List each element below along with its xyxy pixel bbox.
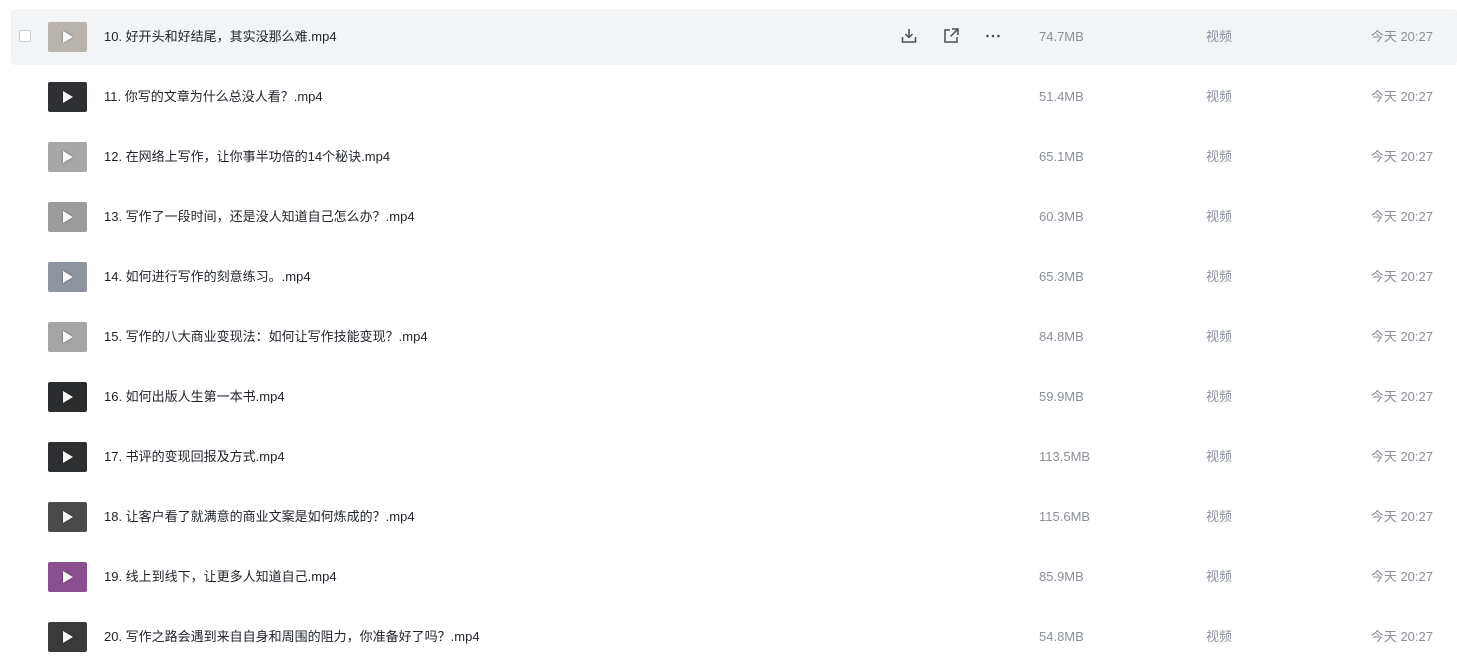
file-name[interactable]: 19. 线上到线下，让更多人知道自己.mp4 — [104, 549, 337, 605]
file-type: 视频 — [1206, 329, 1233, 344]
modified-time: 今天 20:27 — [1370, 509, 1433, 524]
file-name[interactable]: 10. 好开头和好结尾，其实没那么难.mp4 — [104, 9, 337, 65]
select-checkbox[interactable] — [19, 30, 31, 42]
play-icon — [62, 91, 73, 103]
file-row[interactable]: 15. 写作的八大商业变现法：如何让写作技能变现？.mp4 84.8MB 视频 今天 … — [0, 309, 1457, 365]
file-size: 74.7MB — [1039, 29, 1084, 44]
file-row[interactable]: 18. 让客户看了就满意的商业文案是如何炼成的？.mp4 115.6MB 视频 今天 … — [0, 489, 1457, 545]
video-thumbnail[interactable] — [48, 202, 87, 232]
file-type: 视频 — [1206, 269, 1233, 284]
play-icon — [62, 151, 73, 163]
file-size: 85.9MB — [1039, 569, 1084, 584]
file-size: 113.5MB — [1039, 449, 1091, 464]
file-row[interactable]: 11. 你写的文章为什么总没人看？.mp4 51.4MB 视频 今天 20:27 — [0, 69, 1457, 125]
file-type: 视频 — [1206, 389, 1233, 404]
video-thumbnail[interactable] — [48, 322, 87, 352]
file-name[interactable]: 11. 你写的文章为什么总没人看？.mp4 — [104, 69, 323, 125]
play-icon — [62, 31, 73, 43]
play-icon — [62, 271, 73, 283]
download-icon[interactable] — [898, 25, 920, 47]
play-icon — [62, 511, 73, 523]
video-thumbnail[interactable] — [48, 622, 87, 652]
modified-time: 今天 20:27 — [1370, 89, 1433, 104]
play-icon — [62, 451, 73, 463]
file-type: 视频 — [1206, 209, 1233, 224]
modified-time: 今天 20:27 — [1370, 209, 1433, 224]
file-name[interactable]: 13. 写作了一段时间，还是没人知道自己怎么办？.mp4 — [104, 189, 415, 245]
file-type: 视频 — [1206, 569, 1233, 584]
file-list: 10. 好开头和好结尾，其实没那么难.mp4 74.7MB 视频 今天 20:27 11… — [0, 0, 1457, 657]
file-name[interactable]: 18. 让客户看了就满意的商业文案是如何炼成的？.mp4 — [104, 489, 415, 545]
file-size: 115.6MB — [1039, 509, 1091, 524]
file-row[interactable]: 16. 如何出版人生第一本书.mp4 59.9MB 视频 今天 20:27 — [0, 369, 1457, 425]
modified-time: 今天 20:27 — [1370, 269, 1433, 284]
file-size: 51.4MB — [1039, 89, 1084, 104]
modified-time: 今天 20:27 — [1370, 29, 1433, 44]
file-type: 视频 — [1206, 149, 1233, 164]
more-icon[interactable] — [982, 25, 1004, 47]
video-thumbnail[interactable] — [48, 262, 87, 292]
video-thumbnail[interactable] — [48, 82, 87, 112]
video-thumbnail[interactable] — [48, 22, 87, 52]
file-name[interactable]: 14. 如何进行写作的刻意练习。.mp4 — [104, 249, 311, 305]
play-icon — [62, 631, 73, 643]
file-size: 65.1MB — [1039, 149, 1084, 164]
row-actions — [898, 25, 1004, 47]
modified-time: 今天 20:27 — [1370, 449, 1433, 464]
file-row[interactable]: 14. 如何进行写作的刻意练习。.mp4 65.3MB 视频 今天 20:27 — [0, 249, 1457, 305]
file-size: 84.8MB — [1039, 329, 1084, 344]
file-size: 65.3MB — [1039, 269, 1084, 284]
file-type: 视频 — [1206, 89, 1233, 104]
file-type: 视频 — [1206, 449, 1233, 464]
file-type: 视频 — [1206, 29, 1233, 44]
play-icon — [62, 211, 73, 223]
file-size: 59.9MB — [1039, 389, 1084, 404]
share-icon[interactable] — [940, 25, 962, 47]
modified-time: 今天 20:27 — [1370, 389, 1433, 404]
video-thumbnail[interactable] — [48, 442, 87, 472]
video-thumbnail[interactable] — [48, 142, 87, 172]
file-type: 视频 — [1206, 509, 1233, 524]
file-row[interactable]: 19. 线上到线下，让更多人知道自己.mp4 85.9MB 视频 今天 20:27 — [0, 549, 1457, 605]
file-row[interactable]: 12. 在网络上写作，让你事半功倍的14个秘诀.mp4 65.1MB 视频 今天 20… — [0, 129, 1457, 185]
file-name[interactable]: 15. 写作的八大商业变现法：如何让写作技能变现？.mp4 — [104, 309, 428, 365]
file-row[interactable]: 13. 写作了一段时间，还是没人知道自己怎么办？.mp4 60.3MB 视频 今天 2… — [0, 189, 1457, 245]
file-row[interactable]: 10. 好开头和好结尾，其实没那么难.mp4 74.7MB 视频 今天 20:27 — [0, 9, 1457, 65]
video-thumbnail[interactable] — [48, 382, 87, 412]
play-icon — [62, 571, 73, 583]
file-name[interactable]: 17. 书评的变现回报及方式.mp4 — [104, 429, 285, 485]
file-size: 60.3MB — [1039, 209, 1084, 224]
video-thumbnail[interactable] — [48, 502, 87, 532]
file-name[interactable]: 12. 在网络上写作，让你事半功倍的14个秘诀.mp4 — [104, 129, 390, 185]
modified-time: 今天 20:27 — [1370, 329, 1433, 344]
modified-time: 今天 20:27 — [1370, 149, 1433, 164]
play-icon — [62, 391, 73, 403]
play-icon — [62, 331, 73, 343]
file-name[interactable]: 16. 如何出版人生第一本书.mp4 — [104, 369, 285, 425]
modified-time: 今天 20:27 — [1370, 569, 1433, 584]
video-thumbnail[interactable] — [48, 562, 87, 592]
file-row[interactable]: 17. 书评的变现回报及方式.mp4 113.5MB 视频 今天 20:27 — [0, 429, 1457, 485]
